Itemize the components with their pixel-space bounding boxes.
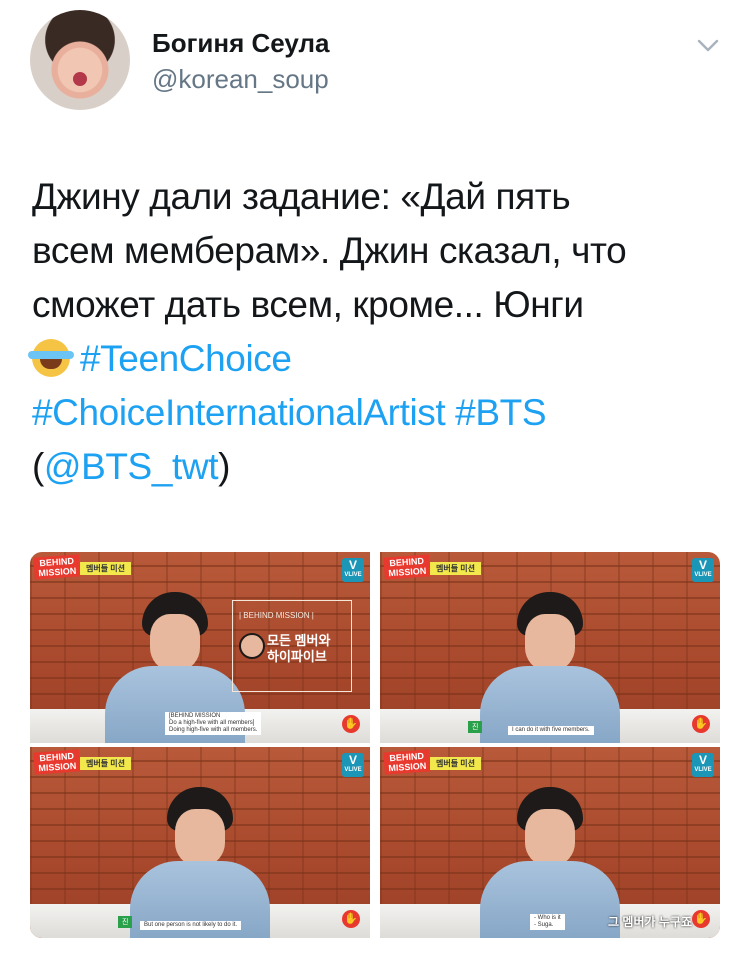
- face: [525, 614, 575, 670]
- hashtag-bts[interactable]: #BTS: [455, 392, 546, 433]
- avatar-mouth: [73, 72, 87, 86]
- callout-avatar: [239, 633, 265, 659]
- hand-icon: ✋: [342, 715, 360, 733]
- vlive-label: VLIVE: [344, 572, 362, 578]
- speaker-tag: 진: [118, 916, 133, 928]
- mission-tag: 멤버들 미션: [430, 562, 482, 575]
- vlive-logo-icon: V VLIVE: [342, 558, 364, 582]
- callout-title: | BEHIND MISSION |: [239, 611, 314, 620]
- face: [150, 614, 200, 670]
- hand-icon: ✋: [692, 715, 710, 733]
- media-image-3[interactable]: BEHIND MISSION 멤버들 미션 V VLIVE 진 But one p…: [30, 747, 370, 938]
- v-glyph: V: [698, 558, 707, 572]
- hand-icon: ✋: [342, 910, 360, 928]
- tweet-line-2: всем мемберам». Джин сказал, что: [32, 230, 627, 271]
- person: [475, 592, 625, 743]
- tweet: Богиня Сеула @korean_soup Джину дали зад…: [0, 0, 750, 960]
- tweet-line-5: #ChoiceInternationalArtist #BTS: [32, 386, 732, 440]
- vlive-label: VLIVE: [694, 572, 712, 578]
- behind-mission-badge: BEHIND MISSION: [33, 749, 81, 775]
- display-name[interactable]: Богиня Сеула: [152, 28, 329, 59]
- vlive-label: VLIVE: [344, 767, 362, 773]
- mission-callout: | BEHIND MISSION | 모든 멤버와 하이파이브: [232, 600, 352, 692]
- tweet-line-1: Джину дали задание: «Дай пять: [32, 176, 571, 217]
- behind-mission-badge: BEHIND MISSION: [33, 554, 81, 580]
- speaker-tag: 진: [468, 721, 483, 733]
- chevron-down-icon[interactable]: [693, 30, 723, 60]
- subtitle: I can do it with five members.: [508, 726, 594, 735]
- paren-close: ): [218, 446, 231, 487]
- tweet-line-6: (@BTS_twt): [32, 440, 732, 494]
- korean-subtitle: 그 멤버가 누구죠: [608, 915, 692, 929]
- mission-tag: 멤버들 미션: [430, 757, 482, 770]
- v-glyph: V: [698, 753, 707, 767]
- v-glyph: V: [348, 558, 357, 572]
- hashtag-teenchoice[interactable]: #TeenChoice: [80, 338, 292, 379]
- behind-mission-badge: BEHIND MISSION: [383, 749, 431, 775]
- media-image-2[interactable]: BEHIND MISSION 멤버들 미션 V VLIVE 진 I can do …: [380, 552, 720, 743]
- v-glyph: V: [348, 753, 357, 767]
- callout-text: 모든 멤버와 하이파이브: [267, 633, 331, 664]
- avatar[interactable]: [30, 10, 130, 110]
- laughing-emoji-icon: [28, 339, 74, 377]
- behind-mission-badge: BEHIND MISSION: [383, 554, 431, 580]
- media-image-4[interactable]: BEHIND MISSION 멤버들 미션 V VLIVE - Who is it…: [380, 747, 720, 938]
- mission-tag: 멤버들 미션: [80, 757, 132, 770]
- paren-open: (: [32, 446, 44, 487]
- media-image-1[interactable]: BEHIND MISSION 멤버들 미션 V VLIVE | BEHIND MI…: [30, 552, 370, 743]
- mission-tag: 멤버들 미션: [80, 562, 132, 575]
- hand-icon: ✋: [692, 910, 710, 928]
- tweet-line-3: сможет дать всем, кроме... Юнги: [32, 284, 584, 325]
- subtitle: [BEHIND MISSION Do a high-five with all …: [165, 712, 262, 735]
- vlive-logo-icon: V VLIVE: [692, 753, 714, 777]
- subtitle: - Who is it - Suga.: [530, 914, 565, 930]
- tweet-line-4: #TeenChoice: [28, 332, 732, 386]
- face: [175, 809, 225, 865]
- tweet-text: Джину дали задание: «Дай пять всем мембе…: [28, 170, 732, 494]
- vlive-logo-icon: V VLIVE: [342, 753, 364, 777]
- subtitle: But one person is not likely to do it.: [140, 921, 242, 930]
- mention-bts-twt[interactable]: @BTS_twt: [44, 446, 219, 487]
- face: [525, 809, 575, 865]
- media-grid: BEHIND MISSION 멤버들 미션 V VLIVE | BEHIND MI…: [30, 552, 720, 938]
- person: [125, 787, 275, 938]
- vlive-label: VLIVE: [694, 767, 712, 773]
- vlive-logo-icon: V VLIVE: [692, 558, 714, 582]
- user-handle[interactable]: @korean_soup: [152, 64, 329, 95]
- hashtag-choiceinternationalartist[interactable]: #ChoiceInternationalArtist: [32, 392, 446, 433]
